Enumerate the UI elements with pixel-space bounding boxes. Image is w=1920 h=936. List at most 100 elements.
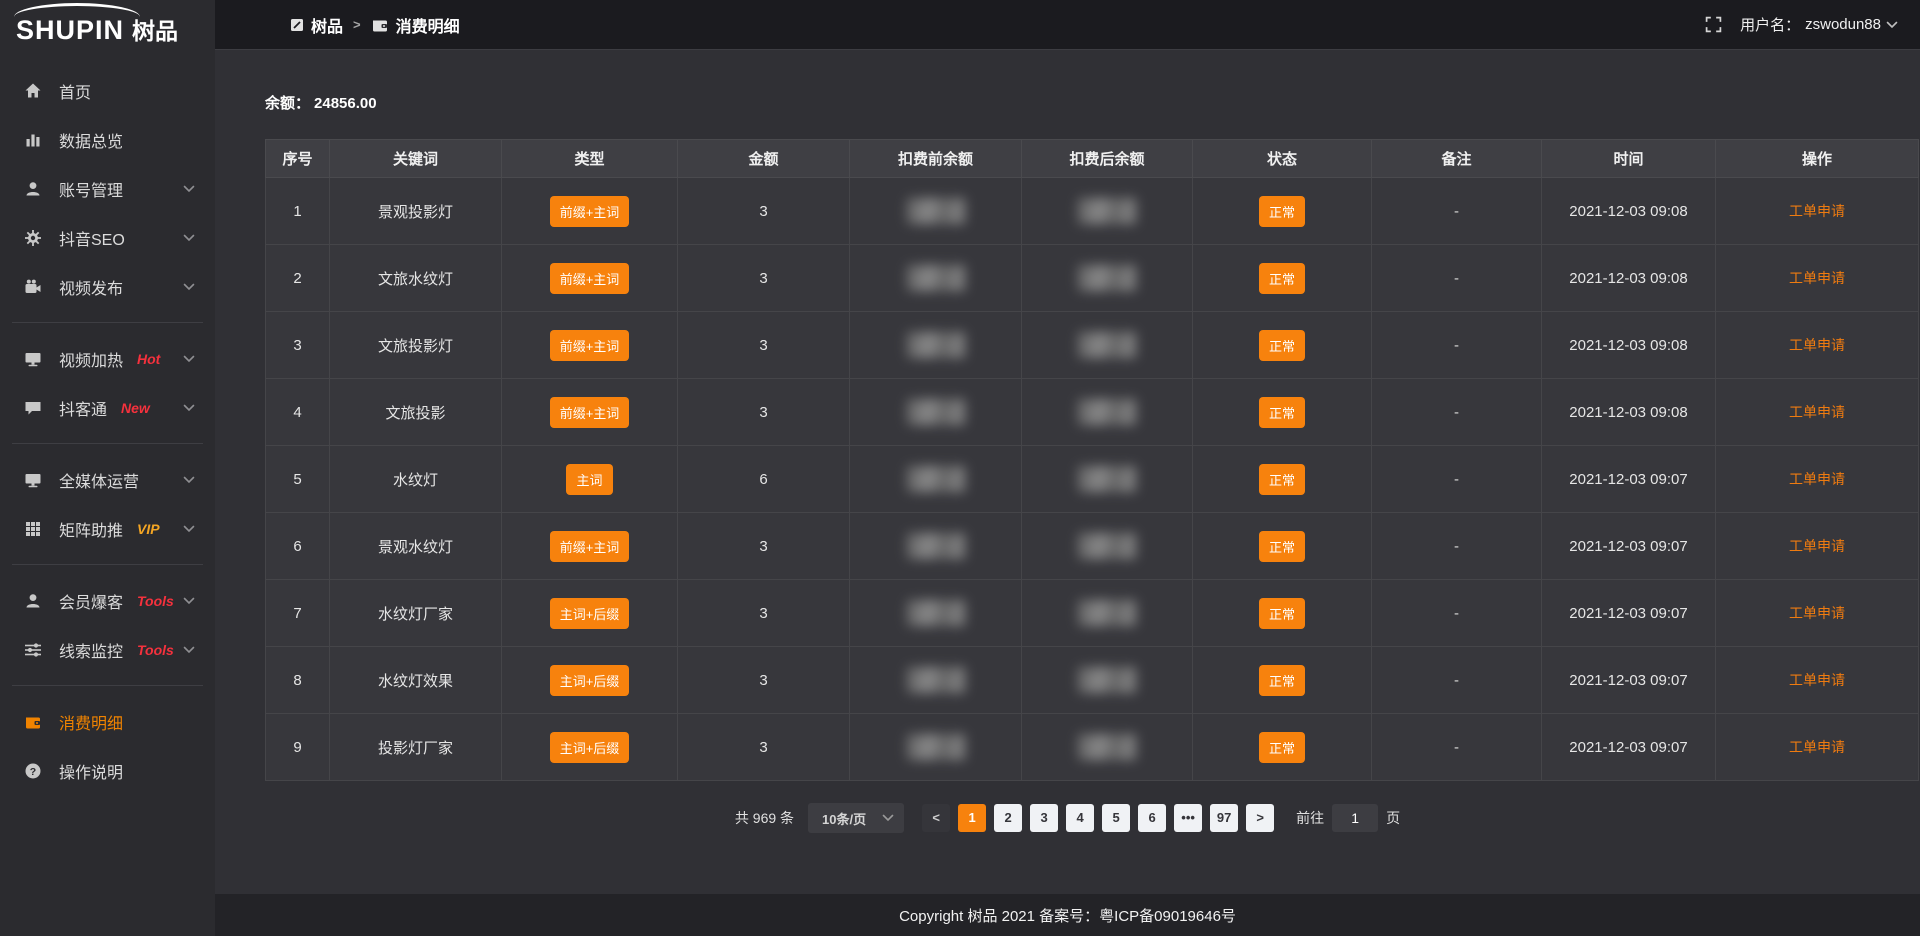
sidebar-item-account-management[interactable]: 账号管理: [0, 164, 215, 213]
cell-action: 工单申请: [1716, 178, 1919, 245]
dashboard-icon: [290, 18, 304, 32]
sidebar-item-member-baoke[interactable]: 会员爆客 Tools: [0, 576, 215, 625]
cell-no: 5: [266, 446, 330, 513]
more-pages-button[interactable]: •••: [1174, 804, 1202, 832]
masked-value: [907, 600, 965, 626]
status-badge: 正常: [1259, 330, 1305, 361]
sidebar-item-video-heating[interactable]: 视频加热 Hot: [0, 334, 215, 383]
page-number-button[interactable]: 1: [958, 804, 986, 832]
page-number-button[interactable]: 6: [1138, 804, 1166, 832]
work-order-link[interactable]: 工单申请: [1789, 538, 1845, 554]
masked-value: [907, 466, 965, 492]
sidebar-item-label: 抖音SEO: [59, 226, 125, 250]
cell-amount: 3: [678, 513, 850, 580]
page-number-button[interactable]: 4: [1066, 804, 1094, 832]
cell-amount: 6: [678, 446, 850, 513]
column-header: 金额: [678, 140, 850, 178]
sidebar: SHUPIN 树品 首页 数据总览 账号管理 抖音SEO: [0, 0, 215, 936]
chevron-down-icon: [183, 355, 195, 363]
column-header: 扣费前余额: [850, 140, 1022, 178]
cell-keyword: 水纹灯效果: [330, 647, 502, 714]
cell-keyword: 文旅投影灯: [330, 312, 502, 379]
sidebar-item-douketong[interactable]: 抖客通 New: [0, 383, 215, 432]
sidebar-item-all-media-operation[interactable]: 全媒体运营: [0, 455, 215, 504]
cell-pre-balance: [850, 714, 1022, 781]
chevron-down-icon: [183, 283, 195, 291]
cell-post-balance: [1022, 446, 1193, 513]
chevron-down-icon: [183, 525, 195, 533]
cell-remark: -: [1372, 714, 1542, 781]
page-number-button[interactable]: 97: [1210, 804, 1238, 832]
work-order-link[interactable]: 工单申请: [1789, 672, 1845, 688]
work-order-link[interactable]: 工单申请: [1789, 270, 1845, 286]
fullscreen-icon[interactable]: [1705, 16, 1722, 33]
footer: Copyright 树品 2021 备案号：粤ICP备09019646号: [215, 894, 1920, 936]
type-badge: 前缀+主词: [550, 330, 630, 361]
sliders-icon: [24, 641, 44, 659]
masked-value: [907, 533, 965, 559]
type-badge: 主词+后缀: [550, 665, 630, 696]
breadcrumb-item[interactable]: 消费明细: [371, 13, 460, 37]
prev-page-button[interactable]: <: [922, 804, 950, 832]
sidebar-item-clue-monitor[interactable]: 线索监控 Tools: [0, 625, 215, 674]
cell-remark: -: [1372, 647, 1542, 714]
cell-pre-balance: [850, 647, 1022, 714]
work-order-link[interactable]: 工单申请: [1789, 337, 1845, 353]
goto-page-input[interactable]: 1: [1332, 804, 1378, 832]
chevron-down-icon: [183, 234, 195, 242]
masked-value: [1078, 466, 1136, 492]
cell-no: 6: [266, 513, 330, 580]
balance-value: 24856.00: [314, 95, 377, 112]
type-badge: 前缀+主词: [550, 196, 630, 227]
work-order-link[interactable]: 工单申请: [1789, 203, 1845, 219]
type-badge: 前缀+主词: [550, 531, 630, 562]
sidebar-item-label: 视频加热: [59, 347, 123, 371]
wallet-icon: [371, 16, 389, 34]
chevron-down-icon: [183, 185, 195, 193]
page-size-select[interactable]: 10条/页: [808, 803, 904, 833]
sidebar-item-label: 矩阵助推: [59, 517, 123, 541]
sidebar-item-douyin-seo[interactable]: 抖音SEO: [0, 213, 215, 262]
work-order-link[interactable]: 工单申请: [1789, 605, 1845, 621]
cell-keyword: 文旅水纹灯: [330, 245, 502, 312]
sidebar-item-video-publish[interactable]: 视频发布: [0, 262, 215, 311]
sidebar-item-data-overview[interactable]: 数据总览: [0, 115, 215, 164]
cell-action: 工单申请: [1716, 513, 1919, 580]
cell-action: 工单申请: [1716, 714, 1919, 781]
sidebar-item-consumption-detail[interactable]: 消费明细: [0, 697, 215, 746]
masked-value: [1078, 600, 1136, 626]
sidebar-item-operation-guide[interactable]: ? 操作说明: [0, 746, 215, 795]
sidebar-item-home[interactable]: 首页: [0, 66, 215, 115]
status-badge: 正常: [1259, 732, 1305, 763]
breadcrumb-item[interactable]: 树品: [290, 13, 343, 37]
cell-action: 工单申请: [1716, 245, 1919, 312]
username-menu[interactable]: 用户名：zswodun88: [1740, 14, 1898, 35]
app-logo[interactable]: SHUPIN 树品: [0, 0, 215, 52]
cell-type: 主词+后缀: [502, 714, 678, 781]
page-number-button[interactable]: 2: [994, 804, 1022, 832]
masked-value: [1078, 265, 1136, 291]
status-badge: 正常: [1259, 263, 1305, 294]
logo-text-cn: 树品: [132, 12, 178, 46]
status-badge: 正常: [1259, 665, 1305, 696]
status-badge: 正常: [1259, 196, 1305, 227]
column-header: 序号: [266, 140, 330, 178]
page-number-button[interactable]: 3: [1030, 804, 1058, 832]
page-number-button[interactable]: 5: [1102, 804, 1130, 832]
cell-amount: 3: [678, 647, 850, 714]
work-order-link[interactable]: 工单申请: [1789, 404, 1845, 420]
cell-pre-balance: [850, 245, 1022, 312]
sidebar-item-matrix-boost[interactable]: 矩阵助推 VIP: [0, 504, 215, 553]
column-header: 备注: [1372, 140, 1542, 178]
balance: 余额：24856.00: [215, 50, 1920, 113]
cell-time: 2021-12-03 09:07: [1542, 647, 1716, 714]
username-value: zswodun88: [1805, 16, 1881, 33]
work-order-link[interactable]: 工单申请: [1789, 739, 1845, 755]
cell-pre-balance: [850, 580, 1022, 647]
cell-no: 2: [266, 245, 330, 312]
cell-status: 正常: [1193, 647, 1372, 714]
status-badge: 正常: [1259, 531, 1305, 562]
work-order-link[interactable]: 工单申请: [1789, 471, 1845, 487]
next-page-button[interactable]: >: [1246, 804, 1274, 832]
cell-keyword: 水纹灯厂家: [330, 580, 502, 647]
